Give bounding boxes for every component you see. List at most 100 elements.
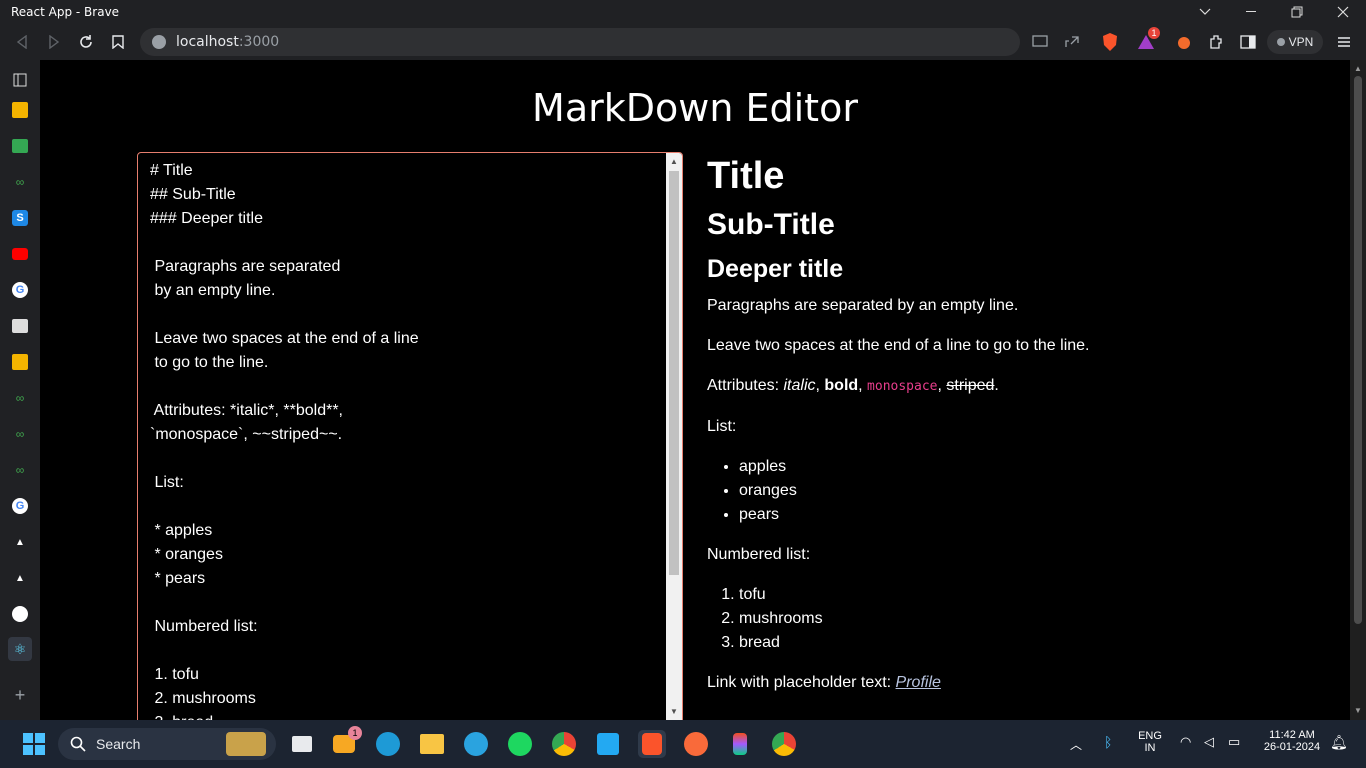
vpn-status-icon [1276,38,1285,46]
scroll-down-arrow-icon[interactable]: ▼ [670,707,678,716]
bold-text: bold [824,377,859,394]
clock-time: 11:42 AM [1269,729,1315,741]
search-placeholder: Search [96,736,141,752]
back-icon[interactable] [10,30,34,54]
spotify-icon[interactable] [506,730,534,758]
brave-rewards-icon[interactable]: 1 [1134,27,1160,54]
link-icon[interactable]: ∞ [8,170,32,194]
google-icon-2[interactable]: G [8,494,32,518]
browser-sidebar: ∞ S G ∞ ∞ ∞ G ▲ ▲ ⚛ + [0,60,40,720]
tab-search-chevron-icon[interactable] [1182,0,1228,24]
language-indicator[interactable]: ENG IN [1134,730,1166,754]
clock[interactable]: 11:42 AM 26-01-2024 [1256,729,1328,753]
reload-icon[interactable] [74,30,98,54]
minimize-button[interactable] [1228,0,1274,24]
google-icon[interactable]: G [8,278,32,302]
react-icon[interactable]: ⚛ [8,637,32,661]
task-view-icon[interactable] [288,730,316,758]
edge-icon[interactable] [374,730,402,758]
github-icon[interactable] [8,602,32,626]
preview-link-line: Link with placeholder text: Profile [707,671,1327,695]
attributes-prefix: Attributes: [707,377,784,394]
widgets-icon[interactable]: 1 [330,726,362,758]
vscode-icon[interactable] [594,730,622,758]
window-title: React App - Brave [11,5,120,19]
brave-shields-icon[interactable] [1098,30,1122,54]
menu-icon[interactable] [1332,30,1356,54]
preview-numbered-list: tofu mushrooms bread [739,583,1327,655]
extensions-icon[interactable] [1204,30,1228,54]
page-scrollbar[interactable]: ▲ ▼ [1350,60,1366,720]
vpn-button[interactable]: VPN [1267,30,1323,54]
file-explorer-icon[interactable] [418,730,446,758]
close-button[interactable] [1320,0,1366,24]
google-photos-icon[interactable] [8,134,32,158]
region-code: IN [1144,742,1156,754]
pen-app-icon[interactable] [682,730,710,758]
link-icon-4[interactable]: ∞ [8,458,32,482]
preview-list-label: List: [707,418,737,435]
preview-paragraph-1: Paragraphs are separated by an empty lin… [707,297,1019,314]
site-logo-icon[interactable] [8,314,32,338]
leo-ai-icon[interactable] [1172,30,1196,54]
sidebar-panel-icon[interactable] [8,68,32,92]
taskbar-search[interactable]: Search [58,728,276,760]
editor-scrollbar[interactable]: ▲ ▼ [666,153,682,720]
preview-heading-2: Sub-Title [707,208,835,241]
wifi-icon[interactable]: ◠ [1180,734,1191,750]
page-scroll-down-icon[interactable]: ▼ [1354,706,1362,715]
page-title: MarkDown Editor [532,86,858,130]
restore-button[interactable] [1274,0,1320,24]
start-windows-icon[interactable] [20,730,48,758]
profile-link[interactable]: Profile [896,674,941,691]
chrome-icon[interactable] [550,730,578,758]
url-port: :3000 [238,34,280,50]
bookmark-icon[interactable] [106,30,130,54]
search-highlight-icon [226,732,266,756]
page-scroll-thumb[interactable] [1354,76,1362,624]
notification-bell-icon[interactable]: 🔔︎ [1330,734,1348,751]
chrome-icon-2[interactable] [770,730,798,758]
add-sidebar-item-icon[interactable]: + [8,683,32,707]
bluetooth-icon[interactable]: ᛒ [1104,734,1112,750]
web-page: MarkDown Editor # Title ## Sub-Title ###… [40,60,1350,720]
site-info-icon[interactable] [152,35,166,49]
page-scroll-up-icon[interactable]: ▲ [1354,64,1362,73]
italic-text: italic [783,377,816,394]
attributes-end: . [994,377,999,394]
telegram-icon[interactable] [462,730,490,758]
list-item: mushrooms [739,607,1327,631]
editor-scroll-thumb[interactable] [669,171,679,575]
windows-taskbar: Search 1 ︿ ᛒ ENG IN ◠ ◁ ▭ 11:42 AM 26-01… [0,720,1366,768]
preview-numbered-label: Numbered list: [707,546,811,563]
forward-icon[interactable] [42,30,66,54]
striped-text: striped [946,377,995,394]
markdown-textarea[interactable]: # Title ## Sub-Title ### Deeper title Pa… [137,152,683,720]
google-slides-icon[interactable] [8,98,32,122]
s-app-icon[interactable]: S [8,206,32,230]
widgets-badge: 1 [348,726,362,740]
preview-heading-1: Title [707,155,785,197]
link-prefix: Link with placeholder text: [707,674,896,691]
triangle-app-icon[interactable]: ▲ [8,530,32,554]
battery-icon[interactable]: ▭ [1228,734,1240,750]
link-icon-3[interactable]: ∞ [8,422,32,446]
browser-toolbar: localhost:3000 1 VPN [0,24,1366,60]
scroll-up-arrow-icon[interactable]: ▲ [670,157,678,166]
address-bar[interactable]: localhost:3000 [140,28,1020,56]
list-item: pears [739,503,1327,527]
tray-chevron-icon[interactable]: ︿ [1070,736,1082,753]
volume-icon[interactable]: ◁ [1204,734,1214,750]
markdown-preview: Title Sub-Title Deeper title Paragraphs … [707,150,1327,711]
figma-icon[interactable] [726,730,754,758]
brave-taskbar-icon[interactable] [638,730,666,758]
youtube-icon[interactable] [8,242,32,266]
list-item: tofu [739,583,1327,607]
link-icon-2[interactable]: ∞ [8,386,32,410]
cast-icon[interactable] [1028,30,1052,54]
sidebar-toggle-icon[interactable] [1236,30,1260,54]
google-slides-icon-2[interactable] [8,350,32,374]
triangle-app-icon-2[interactable]: ▲ [8,566,32,590]
share-icon[interactable] [1060,30,1084,54]
monospace-text: monospace [867,379,938,394]
